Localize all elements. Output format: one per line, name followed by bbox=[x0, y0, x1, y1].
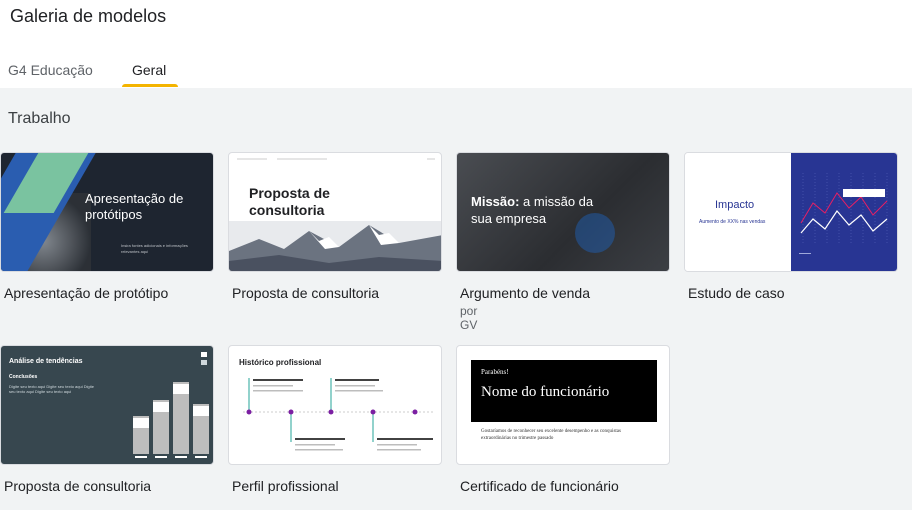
template-author: por GV bbox=[460, 304, 478, 332]
template-name[interactable]: Proposta de consultoria bbox=[4, 478, 151, 494]
template-name[interactable]: Argumento de venda bbox=[460, 285, 590, 301]
mountain-image bbox=[229, 221, 441, 271]
gallery-header: Galeria de modelos G4 Educação Geral bbox=[0, 0, 912, 88]
thumb-left-panel: Impacto Aumento de XX% nas vendas bbox=[685, 153, 791, 271]
thumb-right-panel bbox=[791, 153, 897, 271]
tab-g4-educacao[interactable]: G4 Educação bbox=[8, 62, 93, 88]
thumb-topbar bbox=[237, 157, 435, 161]
template-name[interactable]: Proposta de consultoria bbox=[232, 285, 379, 301]
thumb-title: Impacto bbox=[715, 199, 755, 211]
thumb-body: Gostaríamos de reconhecer seu excelente … bbox=[481, 429, 621, 441]
template-thumbnail[interactable]: Apresentação de protótipos Insira fontes… bbox=[0, 152, 214, 272]
template-thumbnail[interactable]: Análise de tendências Conclusões Digite … bbox=[0, 345, 214, 465]
template-name[interactable]: Apresentação de protótipo bbox=[4, 285, 168, 301]
thumb-label: Parabéns! bbox=[481, 368, 509, 376]
thumb-title: Nome do funcionário bbox=[481, 384, 610, 400]
template-thumbnail[interactable]: Proposta de consultoria Digite seu texto… bbox=[228, 152, 442, 272]
template-name[interactable]: Certificado de funcionário bbox=[460, 478, 619, 494]
bar-graphic bbox=[133, 352, 209, 458]
template-name[interactable]: Estudo de caso bbox=[688, 285, 785, 301]
thumb-title: Missão: a missão da sua empresa bbox=[471, 193, 611, 227]
page-title: Galeria de modelos bbox=[10, 6, 167, 26]
template-thumbnail[interactable]: Impacto Aumento de XX% nas vendas bbox=[684, 152, 898, 272]
thumb-title: Apresentação de protótipos bbox=[85, 191, 184, 222]
thumb-title-bold: Missão: bbox=[471, 194, 520, 209]
thumb-body: Aumento de XX% nas vendas bbox=[699, 219, 766, 225]
template-thumbnail[interactable]: Missão: a missão da sua empresa bbox=[456, 152, 670, 272]
thumb-title: Proposta de consultoria bbox=[249, 185, 330, 218]
template-name[interactable]: Perfil profissional bbox=[232, 478, 339, 494]
active-tab-indicator bbox=[122, 84, 178, 87]
template-thumbnail[interactable]: Histórico profissional bbox=[228, 345, 442, 465]
template-thumbnail[interactable]: Parabéns! Nome do funcionário Gostaríamo… bbox=[456, 345, 670, 465]
timeline-graphic bbox=[243, 378, 433, 451]
line-graphic bbox=[799, 173, 888, 254]
section-title: Trabalho bbox=[8, 110, 71, 127]
thumb-body: Insira fontes adicionais e informações r… bbox=[121, 243, 188, 254]
